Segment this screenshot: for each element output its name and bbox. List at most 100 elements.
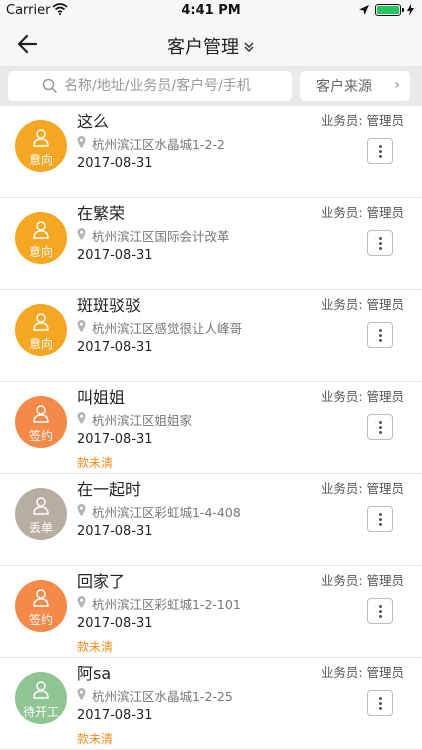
- more-options-button[interactable]: [367, 506, 393, 532]
- search-icon: [42, 78, 58, 94]
- charging-bolt-icon: [407, 4, 414, 16]
- search-box[interactable]: [8, 71, 292, 101]
- location-pin-icon: [77, 228, 92, 243]
- customer-avatar: 意向: [15, 212, 67, 264]
- more-dots-icon: [379, 426, 382, 429]
- status-tag: 待开工: [22, 705, 59, 719]
- more-options-button[interactable]: [367, 414, 393, 440]
- customer-row[interactable]: 意向 斑斑驳驳 业务员: 管理员 杭州滨江区感觉很让人峰哥 2017-08-31: [0, 290, 422, 382]
- status-tag: 丢单: [28, 521, 53, 535]
- location-pin-icon: [77, 596, 92, 611]
- customer-name: 回家了: [77, 572, 126, 591]
- location-pin-icon: [77, 688, 92, 703]
- more-dots-icon: [379, 150, 382, 153]
- page-title: 客户管理: [167, 37, 239, 58]
- customer-row[interactable]: 意向 在繁荣 业务员: 管理员 杭州滨江区国际会计改革 2017-08-31: [0, 198, 422, 290]
- address-text: 杭州滨江区水晶城1-2-2: [92, 137, 225, 152]
- customer-avatar: 签约: [15, 396, 67, 448]
- double-chevron-down-icon: [244, 42, 254, 53]
- customer-name: 阿sa: [77, 664, 112, 683]
- more-dots-icon: [379, 334, 382, 337]
- salesperson-label: 业务员: 管理员: [320, 573, 404, 588]
- customer-address: 杭州滨江区水晶城1-2-2: [77, 134, 225, 153]
- status-bar: Carrier 4:41 PM: [0, 0, 422, 22]
- customer-row[interactable]: 签约 回家了 业务员: 管理员杭州滨江区彩虹城1-2-101 2017-08-31 款未…: [0, 566, 422, 658]
- more-dots-icon: [379, 421, 382, 424]
- payment-note: 款未清: [77, 456, 114, 470]
- more-dots-icon: [379, 707, 382, 710]
- more-dots-icon: [379, 523, 382, 526]
- more-dots-icon: [379, 615, 382, 618]
- salesperson-label: 业务员: 管理员: [320, 389, 404, 404]
- navigation-bar: 客户管理: [0, 22, 422, 66]
- more-dots-icon: [379, 702, 382, 705]
- customer-avatar: 签约: [15, 580, 67, 632]
- chevron-right-icon: ›: [394, 77, 400, 93]
- location-pin-icon: [77, 504, 92, 519]
- more-dots-icon: [379, 242, 382, 245]
- customer-name: 在一起时: [77, 480, 142, 499]
- more-options-button[interactable]: [367, 138, 393, 164]
- customer-avatar: 意向: [15, 304, 67, 356]
- customer-source-label: 客户来源: [316, 79, 372, 95]
- customer-address: 杭州滨江区感觉很让人峰哥: [77, 318, 242, 337]
- more-options-button[interactable]: [367, 690, 393, 716]
- more-dots-icon: [379, 155, 382, 158]
- customer-name: 斑斑驳驳: [77, 296, 142, 315]
- address-text: 杭州滨江区彩虹城1-2-101: [92, 597, 241, 612]
- page-title-dropdown[interactable]: 客户管理: [0, 33, 422, 59]
- battery-icon: [375, 4, 404, 16]
- salesperson-label: 业务员: 管理员: [320, 481, 404, 496]
- more-dots-icon: [379, 237, 382, 240]
- more-dots-icon: [379, 247, 382, 250]
- customer-address: 杭州滨江区姐姐家: [77, 410, 192, 429]
- salesperson-label: 业务员: 管理员: [320, 297, 404, 312]
- more-dots-icon: [379, 329, 382, 332]
- customer-date: 2017-08-31: [77, 432, 153, 447]
- location-pin-icon: [77, 320, 92, 335]
- customer-name: 叫姐姐: [77, 388, 126, 407]
- salesperson-label: 业务员: 管理员: [320, 665, 404, 680]
- customer-avatar: 待开工: [15, 672, 67, 724]
- address-text: 杭州滨江区彩虹城1-4-408: [92, 505, 241, 520]
- customer-row[interactable]: 丢单 在一起时 业务员: 管理员杭州滨江区彩虹城1-4-408 2017-08-31: [0, 474, 422, 566]
- more-dots-icon: [379, 610, 382, 613]
- payment-note: 款未清: [77, 732, 114, 746]
- customer-row[interactable]: 签约 叫姐姐 业务员: 管理员杭州滨江区姐姐家 2017-08-31 款未清: [0, 382, 422, 474]
- customer-address: 杭州滨江区水晶城1-2-25: [77, 686, 233, 705]
- more-dots-icon: [379, 518, 382, 521]
- more-dots-icon: [379, 145, 382, 148]
- payment-note: 款未清: [77, 640, 114, 654]
- customer-date: 2017-08-31: [77, 524, 153, 539]
- customer-avatar: 丢单: [15, 488, 67, 540]
- search-filter-bar: 客户来源 ›: [0, 66, 422, 106]
- more-dots-icon: [379, 605, 382, 608]
- customer-source-filter[interactable]: 客户来源 ›: [300, 71, 410, 101]
- status-tag: 签约: [28, 429, 53, 443]
- customer-avatar: 意向: [15, 120, 67, 172]
- status-tag: 签约: [28, 613, 53, 627]
- salesperson-label: 业务员: 管理员: [320, 113, 404, 128]
- customer-list[interactable]: 意向 这么 业务员: 管理员 杭州滨江区水晶城1-2-2 2017-08-31 意向 在繁荣…: [0, 106, 422, 750]
- address-text: 杭州滨江区国际会计改革: [92, 229, 230, 244]
- customer-address: 杭州滨江区彩虹城1-4-408: [77, 502, 241, 521]
- more-options-button[interactable]: [367, 598, 393, 624]
- customer-row[interactable]: 待开工 阿sa 业务员: 管理员杭州滨江区水晶城1-2-25 2017-08-31 款未…: [0, 658, 422, 750]
- customer-date: 2017-08-31: [77, 616, 153, 631]
- customer-date: 2017-08-31: [77, 708, 153, 723]
- more-options-button[interactable]: [367, 230, 393, 256]
- more-dots-icon: [379, 339, 382, 342]
- customer-row[interactable]: 意向 这么 业务员: 管理员 杭州滨江区水晶城1-2-2 2017-08-31: [0, 106, 422, 198]
- more-dots-icon: [379, 513, 382, 516]
- more-options-button[interactable]: [367, 322, 393, 348]
- location-arrow-icon: [359, 5, 369, 15]
- status-tag: 意向: [28, 337, 53, 351]
- status-tag: 意向: [28, 153, 53, 167]
- customer-date: 2017-08-31: [77, 248, 153, 263]
- customer-address: 杭州滨江区彩虹城1-2-101: [77, 594, 241, 613]
- customer-name: 这么: [77, 112, 110, 131]
- search-input[interactable]: [64, 78, 284, 94]
- status-tag: 意向: [28, 245, 53, 259]
- more-dots-icon: [379, 431, 382, 434]
- more-dots-icon: [379, 697, 382, 700]
